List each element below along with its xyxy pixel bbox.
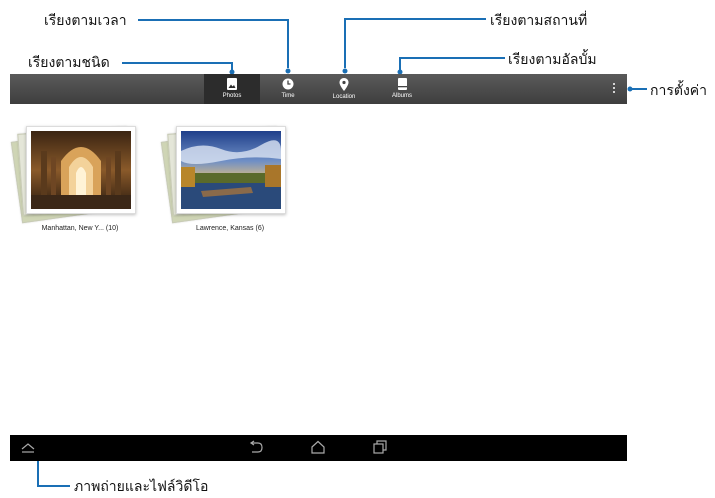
clock-icon (282, 78, 294, 90)
photos-icon (227, 78, 237, 90)
overflow-menu-icon[interactable] (611, 81, 617, 97)
lake-photo (181, 131, 281, 209)
cathedral-photo (31, 131, 131, 209)
tab-label: Albums (391, 93, 412, 99)
action-bar: Photos Time Location Albums (10, 74, 627, 104)
tab-photos[interactable]: Photos (204, 74, 260, 104)
callout-sort-by-location: เรียงตามสถานที่ (490, 13, 588, 29)
album-tile[interactable]: Manhattan, New Y... (10) (10, 120, 150, 232)
callout-sort-by-type: เรียงตามชนิด (28, 55, 110, 71)
callout-photos-videos: ภาพถ่ายและไฟล์วิดีโอ (74, 479, 209, 495)
tab-time[interactable]: Time (260, 74, 316, 104)
recent-apps-drawer-icon[interactable] (20, 440, 36, 454)
back-icon[interactable] (248, 440, 264, 454)
albums-icon (397, 78, 407, 90)
album-caption: Lawrence, Kansas (6) (195, 225, 265, 232)
tab-label: Time (281, 93, 295, 99)
album-caption: Manhattan, New Y... (10) (41, 225, 119, 232)
tab-label: Photos (222, 93, 242, 99)
callout-sort-by-albums: เรียงตามอัลบั้ม (508, 52, 597, 68)
home-icon[interactable] (310, 440, 326, 454)
callout-sort-by-time: เรียงตามเวลา (44, 13, 127, 29)
album-thumbnail-stack (160, 120, 288, 224)
recent-apps-icon[interactable] (372, 440, 388, 454)
gallery-screen: Photos Time Location Albums Manhattan, N… (10, 74, 627, 461)
tab-label: Location (332, 93, 356, 100)
location-pin-icon (339, 77, 349, 91)
tab-location[interactable]: Location (316, 74, 372, 104)
album-tile[interactable]: Lawrence, Kansas (6) (160, 120, 300, 232)
system-navigation-bar (10, 435, 627, 461)
tab-albums[interactable]: Albums (374, 74, 430, 104)
album-thumbnail-stack (10, 120, 138, 224)
callout-settings: การตั้งค่า (650, 83, 708, 99)
